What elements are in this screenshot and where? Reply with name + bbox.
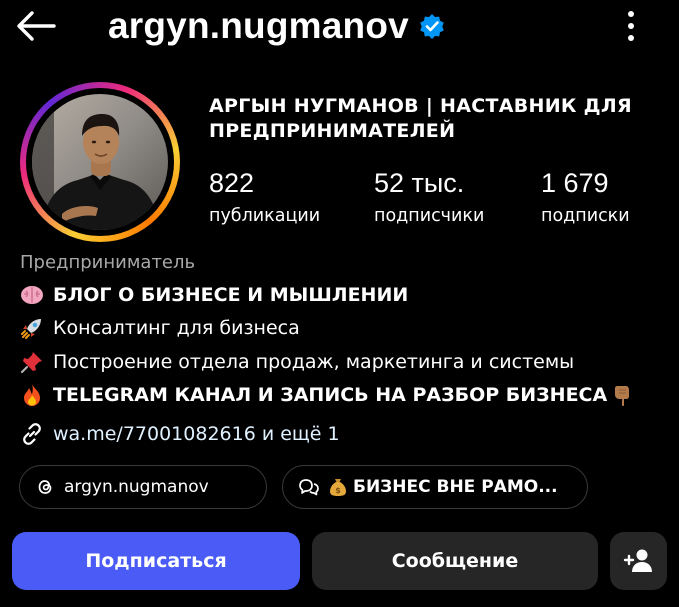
bio-line-4-text: TELEGRAM КАНАЛ И ЗАПИСЬ НА РАЗБОР БИЗНЕС… <box>53 384 608 406</box>
bio-line-3: Построение отдела продаж, маркетинга и с… <box>19 349 574 375</box>
stat-followers-label: подписчики <box>374 206 485 226</box>
stat-posts-value: 822 <box>209 168 255 198</box>
profile-header: argyn.nugmanov <box>108 2 445 50</box>
channel-chip[interactable]: $ БИЗНЕС ВНЕ РАМО... <box>282 465 588 509</box>
stat-following-label: подписки <box>541 206 630 226</box>
more-options-icon[interactable] <box>616 6 646 46</box>
bio-line-1: БЛОГ О БИЗНЕСЕ И МЫШЛЕНИИ <box>19 282 408 308</box>
svg-text:$: $ <box>335 486 341 495</box>
username: argyn.nugmanov <box>108 5 409 46</box>
brain-emoji-icon <box>21 286 43 304</box>
verified-badge-icon <box>420 14 444 39</box>
category-label: Предприниматель <box>20 252 196 273</box>
message-button-label: Сообщение <box>391 550 519 572</box>
story-ring[interactable] <box>20 82 180 242</box>
follow-button[interactable]: Подписаться <box>12 532 300 590</box>
stat-followers[interactable]: 52 тыс. подписчики <box>374 168 484 226</box>
add-user-icon <box>623 549 652 572</box>
channel-chip-label: БИЗНЕС ВНЕ РАМО... <box>353 477 558 497</box>
broadcast-channel-icon <box>299 479 319 496</box>
full-name: АРГЫН НУГМАНОВ | НАСТАВНИК ДЛЯ ПРЕДПРИНИ… <box>209 95 632 142</box>
threads-icon <box>38 480 52 494</box>
message-button[interactable]: Сообщение <box>312 532 598 590</box>
bio-line-3-text: Построение отдела продаж, маркетинга и с… <box>53 351 575 373</box>
profile-page: argyn.nugmanov АРГЫН НУГМАНОВ | НАСТАВНИ… <box>0 0 679 607</box>
follow-button-label: Подписаться <box>85 550 227 572</box>
back-arrow-icon[interactable] <box>14 8 58 44</box>
stat-posts[interactable]: 822 публикации <box>209 168 320 226</box>
threads-chip-label: argyn.nugmanov <box>64 477 209 497</box>
link-icon <box>23 423 41 445</box>
pushpin-emoji-icon <box>21 352 42 373</box>
bio-line-4: TELEGRAM КАНАЛ И ЗАПИСЬ НА РАЗБОР БИЗНЕС… <box>19 382 635 408</box>
bio-line-1-text: БЛОГ О БИЗНЕСЕ И МЫШЛЕНИИ <box>53 284 409 306</box>
stat-followers-value: 52 тыс. <box>374 168 465 198</box>
suggested-users-button[interactable] <box>610 532 667 590</box>
bio-line-2: Консалтинг для бизнеса <box>19 315 300 341</box>
stat-following-value: 1 679 <box>541 168 609 198</box>
pointing-down-emoji-icon <box>615 386 630 407</box>
threads-chip[interactable]: argyn.nugmanov <box>19 465 267 509</box>
bio-line-2-text: Консалтинг для бизнеса <box>53 317 300 339</box>
rocket-emoji-icon <box>21 319 41 339</box>
avatar-photo <box>32 94 168 230</box>
fire-emoji-icon <box>24 384 40 406</box>
stat-following[interactable]: 1 679 подписки <box>541 168 630 226</box>
money-bag-emoji-icon: $ <box>330 479 346 496</box>
bio-link-text: wa.me/77001082616 и ещё 1 <box>53 423 340 445</box>
bio-link[interactable]: wa.me/77001082616 и ещё 1 <box>19 421 340 447</box>
stat-posts-label: публикации <box>209 206 321 226</box>
avatar[interactable] <box>32 94 168 230</box>
